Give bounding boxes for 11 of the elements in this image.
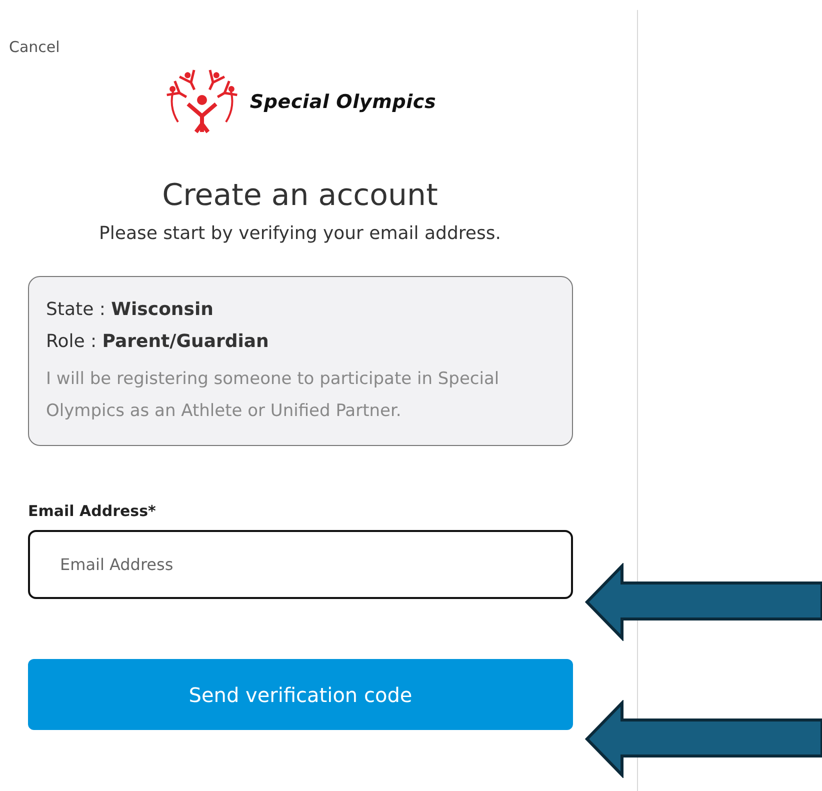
email-label: Email Address* [28, 502, 157, 520]
info-note: I will be registering someone to participate in Special Olympics as an Athlete or Unified Partner. [46, 368, 500, 423]
info-detail: Role : Parent/Guardian [46, 330, 270, 354]
pointer-arrow-icon [585, 700, 822, 778]
page-heading: Create an account [161, 178, 439, 213]
pointer-arrow-icon [585, 563, 822, 641]
cancel-link[interactable]: Cancel [9, 38, 60, 56]
page-subheading: Please start by verifying your email address. [98, 223, 502, 244]
info-detail: State : Wisconsin [46, 298, 214, 322]
email-input-field[interactable]: Email Address [28, 530, 573, 599]
logo-text: Special Olympics [250, 91, 436, 113]
